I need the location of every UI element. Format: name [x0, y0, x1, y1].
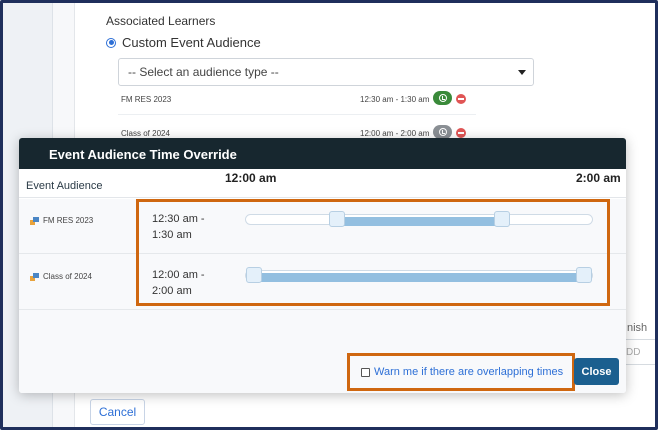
clock-icon[interactable] [433, 91, 452, 105]
audience-list-item: FM RES 2023 12:30 am - 1:30 am [118, 91, 476, 115]
override-audience-name: FM RES 2023 [43, 216, 94, 225]
remove-icon[interactable] [456, 94, 466, 104]
audience-name: Class of 2024 [121, 129, 170, 138]
custom-event-audience-option[interactable]: Custom Event Audience [106, 35, 261, 50]
column-event-audience: Event Audience [26, 180, 103, 192]
range-start-label: 12:00 am [225, 171, 277, 185]
modal-column-header: Event Audience 12:00 am 2:00 am [19, 171, 626, 198]
audience-name: FM RES 2023 [121, 95, 172, 104]
screenshot-frame: Associated Learners Custom Event Audienc… [0, 0, 658, 430]
audience-time: 12:30 am - 1:30 am [360, 95, 430, 104]
custom-event-audience-label: Custom Event Audience [122, 35, 261, 50]
finish-label: nish [627, 322, 648, 334]
group-icon [30, 273, 39, 281]
range-end-label: 2:00 am [576, 171, 621, 185]
warn-overlap-option[interactable]: Warn me if there are overlapping times [361, 366, 563, 378]
radio-selected-icon[interactable] [106, 37, 116, 48]
group-icon [30, 217, 39, 225]
highlight-box-rows [136, 199, 610, 306]
caret-down-icon [518, 70, 526, 75]
override-audience-name: Class of 2024 [43, 272, 92, 281]
remove-icon[interactable] [456, 128, 466, 138]
associated-learners-label: Associated Learners [106, 14, 216, 28]
cancel-button[interactable]: Cancel [90, 399, 145, 425]
audience-time: 12:00 am - 2:00 am [360, 129, 430, 138]
close-button[interactable]: Close [574, 358, 619, 385]
audience-type-select-value: -- Select an audience type -- [128, 65, 279, 79]
modal-title: Event Audience Time Override [19, 138, 626, 169]
warn-overlap-label: Warn me if there are overlapping times [374, 366, 564, 378]
warn-overlap-checkbox[interactable] [361, 367, 370, 377]
clock-icon[interactable] [433, 125, 452, 139]
audience-type-select[interactable]: -- Select an audience type -- [118, 58, 534, 86]
